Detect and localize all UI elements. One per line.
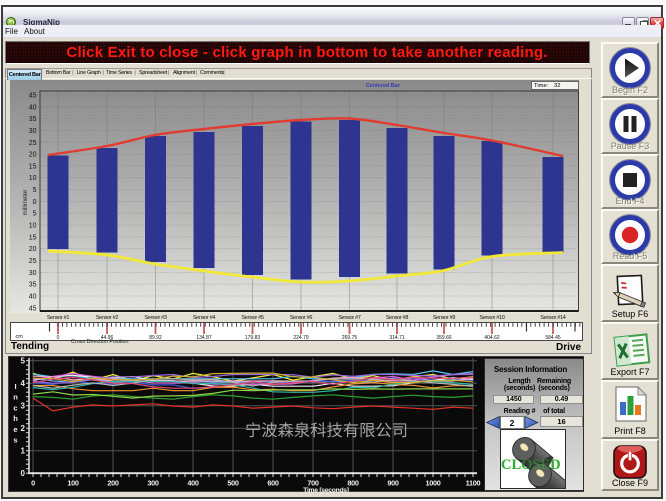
svg-text:1100: 1100 <box>466 479 481 488</box>
svg-text:3: 3 <box>21 401 26 410</box>
svg-text:Time [seconds]: Time [seconds] <box>303 487 349 494</box>
svg-text:1: 1 <box>21 446 26 455</box>
svg-text:2: 2 <box>510 418 515 428</box>
svg-text:0: 0 <box>21 469 26 478</box>
svg-text:5: 5 <box>21 356 26 365</box>
svg-text:100: 100 <box>67 479 79 488</box>
svg-text:0: 0 <box>31 479 35 488</box>
svg-text:500: 500 <box>227 479 239 488</box>
svg-text:c: c <box>13 403 17 412</box>
svg-text:1000: 1000 <box>425 479 440 488</box>
svg-text:400: 400 <box>187 479 199 488</box>
svg-text:CLOSED: CLOSED <box>501 457 561 473</box>
svg-text:300: 300 <box>147 479 159 488</box>
svg-text:600: 600 <box>267 479 279 488</box>
svg-text:e: e <box>13 425 17 434</box>
svg-text:2: 2 <box>21 424 26 433</box>
svg-text:200: 200 <box>107 479 119 488</box>
svg-text:s: s <box>13 436 17 445</box>
svg-text:n: n <box>13 393 18 402</box>
svg-text:800: 800 <box>347 479 359 488</box>
svg-text:4: 4 <box>21 379 26 388</box>
svg-text:900: 900 <box>387 479 399 488</box>
svg-text:I: I <box>14 382 16 391</box>
svg-text:h: h <box>13 414 18 423</box>
